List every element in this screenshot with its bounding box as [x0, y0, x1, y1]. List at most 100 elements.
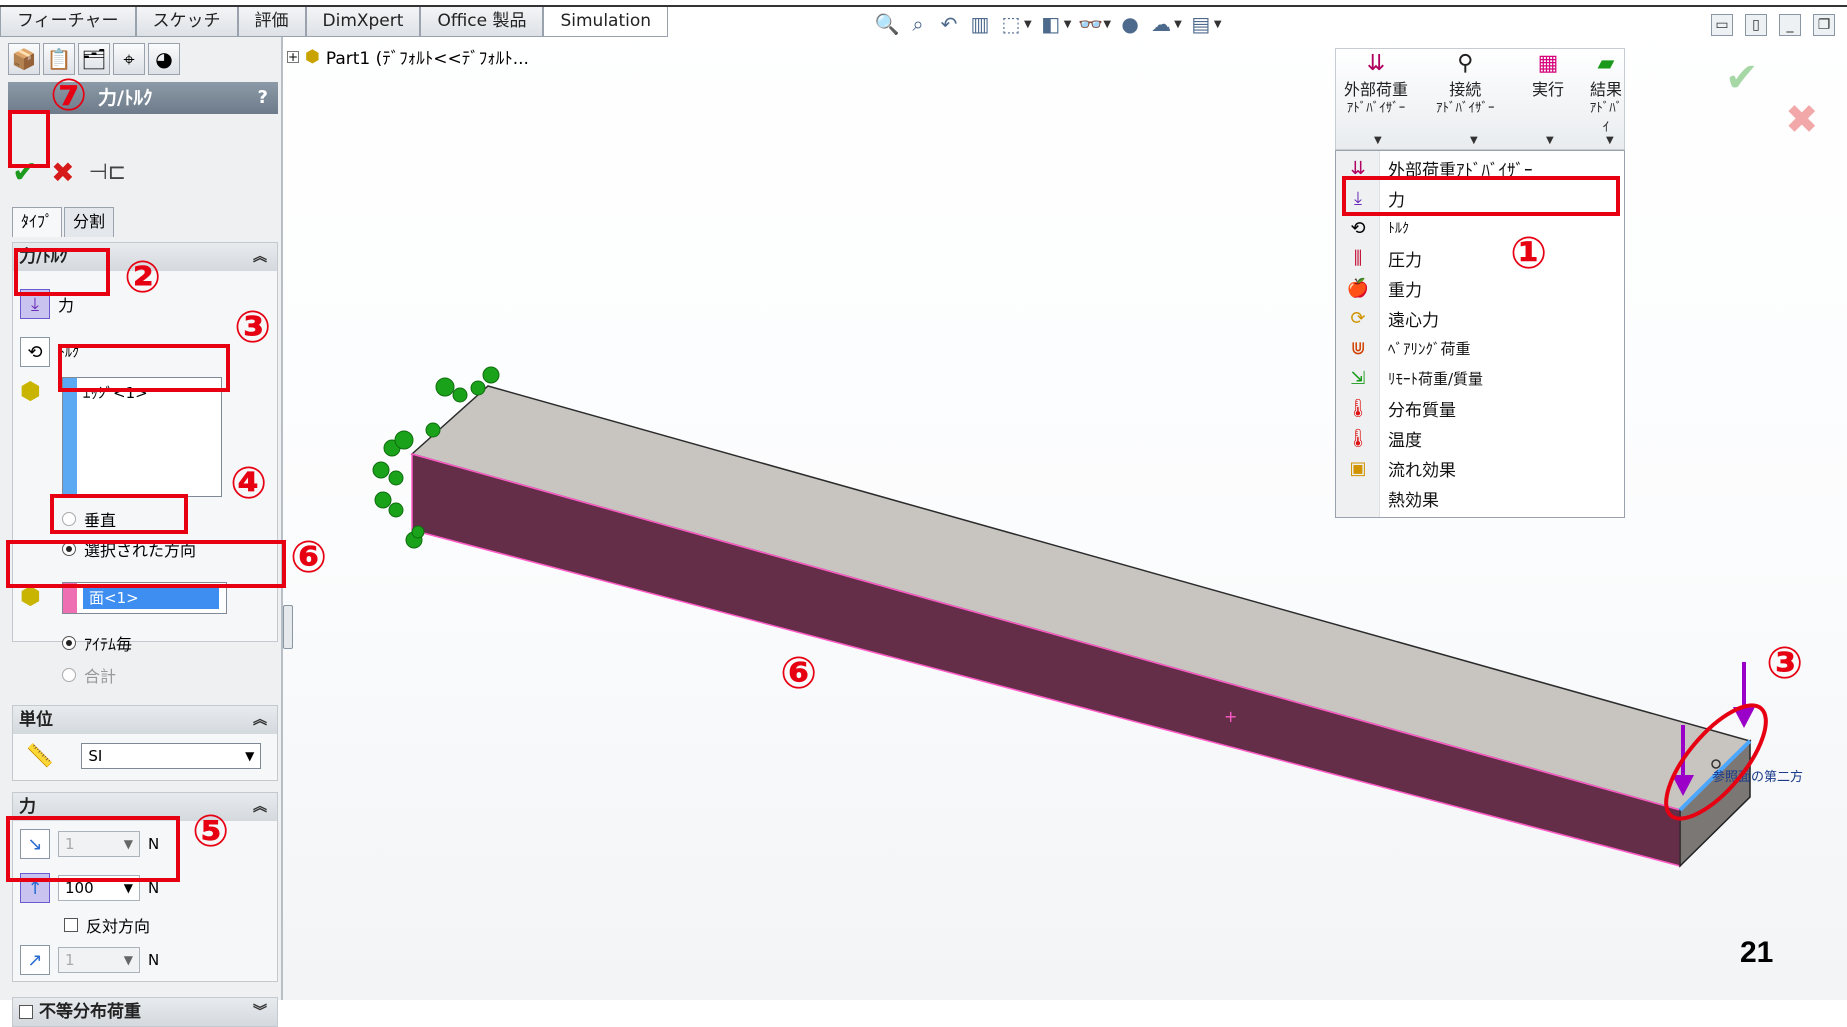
- section-view-icon[interactable]: ▥: [968, 12, 992, 36]
- chevron-down-icon[interactable]: ▼: [1546, 135, 1554, 146]
- collapse-icon[interactable]: ︽: [253, 243, 267, 271]
- advisor-label-bottom: ｱﾄﾞﾊﾞｲ: [1589, 101, 1623, 135]
- chevron-down-icon[interactable]: ▼: [1174, 19, 1182, 30]
- expand-icon[interactable]: +: [287, 50, 299, 63]
- menu-item-gravity[interactable]: 🍎 重力: [1336, 273, 1624, 303]
- annotation-number-1: ①: [1510, 228, 1548, 279]
- edge-selection-icon: ⬢: [20, 377, 41, 405]
- tab-evaluate[interactable]: 評価: [237, 7, 306, 37]
- part-icon: ⬢: [305, 46, 320, 67]
- hide-show-items-icon[interactable]: 👓: [1078, 12, 1103, 36]
- annotation-box-ok: [8, 110, 50, 168]
- tab-dimxpert[interactable]: DimXpert: [305, 7, 421, 37]
- flow-effects-icon: ▣: [1349, 457, 1367, 479]
- cancel-button[interactable]: ✖: [51, 156, 74, 189]
- menu-item-torque[interactable]: ⟲ ﾄﾙｸ: [1336, 213, 1624, 243]
- reverse-direction-row: 反対方向: [64, 913, 150, 937]
- torque-icon[interactable]: ⟲: [20, 337, 50, 367]
- chevron-down-icon[interactable]: ▼: [1024, 19, 1032, 30]
- display-style-icon[interactable]: ◧: [1039, 12, 1063, 36]
- force-z-row: ↗ 1 ▼ N: [20, 945, 159, 975]
- confirm-ok-icon[interactable]: ✔: [1725, 55, 1759, 101]
- apply-scene-icon[interactable]: ☁: [1149, 12, 1173, 36]
- display-manager-icon[interactable]: ◕: [148, 43, 180, 75]
- window-controls: ▭ ▯ _ ❐: [1711, 14, 1835, 36]
- dimxpert-manager-icon[interactable]: ⌖: [113, 43, 145, 75]
- view-orientation-icon[interactable]: ⬚: [999, 12, 1023, 36]
- restore-icon[interactable]: ❐: [1813, 14, 1835, 36]
- menu-item-flow-effects[interactable]: ▣ 流れ効果: [1336, 453, 1624, 483]
- force-z-input[interactable]: 1 ▼: [58, 947, 140, 973]
- centrifugal-icon: ⟳: [1350, 307, 1366, 329]
- menu-item-centrifugal[interactable]: ⟳ 遠心力: [1336, 303, 1624, 333]
- connections-advisor-button[interactable]: ⚲ 接続 ｱﾄﾞﾊﾞｲｻﾞｰ: [1436, 51, 1495, 117]
- per-item-label: ｱｲﾃﾑ毎: [84, 635, 133, 654]
- menu-item-distributed-mass[interactable]: 🌡 分布質量: [1336, 393, 1624, 423]
- menu-item-label: 分布質量: [1388, 400, 1456, 421]
- chevron-down-icon[interactable]: ▼: [1214, 19, 1222, 30]
- bearing-load-icon: ⋓: [1350, 337, 1366, 359]
- tab-type[interactable]: ﾀｲﾌﾟ: [12, 207, 63, 237]
- menu-item-pressure[interactable]: ⫼ 圧力: [1336, 243, 1624, 273]
- menu-item-label: 遠心力: [1388, 310, 1439, 331]
- advisor-label-top: 接続: [1449, 80, 1482, 99]
- chevron-down-icon[interactable]: ▼: [1470, 135, 1478, 146]
- tab-features[interactable]: フィーチャー: [0, 7, 136, 37]
- tab-simulation[interactable]: Simulation: [543, 7, 669, 37]
- external-loads-advisor-button[interactable]: ⇊ 外部荷重 ｱﾄﾞﾊﾞｲｻﾞｰ: [1344, 53, 1409, 117]
- units-value: SI: [88, 747, 103, 765]
- tile-vertical-icon[interactable]: ▯: [1745, 14, 1767, 36]
- menu-item-thermal-effects[interactable]: 熱効果: [1336, 483, 1624, 513]
- direction-item[interactable]: 面<1>: [83, 586, 219, 609]
- chevron-down-icon[interactable]: ▼: [1064, 19, 1072, 30]
- menu-item-label: 温度: [1388, 430, 1422, 451]
- chevron-down-icon[interactable]: ▼: [1606, 135, 1614, 146]
- confirm-cancel-icon[interactable]: ✖: [1785, 97, 1819, 143]
- tab-office-products[interactable]: Office 製品: [420, 7, 544, 37]
- connections-icon: ⚲: [1457, 51, 1474, 76]
- chevron-down-icon[interactable]: ▼: [1374, 135, 1382, 146]
- reverse-direction-checkbox[interactable]: [64, 918, 78, 932]
- gravity-icon: 🍎: [1346, 277, 1370, 299]
- panel-splitter[interactable]: [283, 605, 293, 649]
- chevron-down-icon[interactable]: ▼: [1103, 19, 1111, 30]
- featuremanager-tree-icon[interactable]: 📦: [8, 43, 40, 75]
- menu-item-bearing-load[interactable]: ⋓ ﾍﾞｱﾘﾝｸﾞ荷重: [1336, 333, 1624, 363]
- advisor-label-top: 外部荷重: [1344, 80, 1409, 99]
- edge-selection-list[interactable]: ｴｯｼﾞ<1>: [62, 377, 222, 497]
- annotation-box-force-value: [6, 816, 180, 882]
- advisor-label-bottom: ｱﾄﾞﾊﾞｲｻﾞｰ: [1436, 101, 1495, 116]
- annotation-box-force-menu-item: [1342, 176, 1620, 216]
- zoom-to-fit-icon[interactable]: 🔍: [875, 12, 900, 36]
- nonuniform-checkbox[interactable]: [19, 1005, 33, 1019]
- group-header-nonuniform[interactable]: 不等分布荷重 ︾: [13, 998, 277, 1026]
- menu-item-temperature[interactable]: 🌡 温度: [1336, 423, 1624, 453]
- tab-sketch[interactable]: スケッチ: [135, 7, 238, 37]
- simulation-advisor-bar: ⇊ 外部荷重 ｱﾄﾞﾊﾞｲｻﾞｰ ⚲ 接続 ｱﾄﾞﾊﾞｲｻﾞｰ ▦ 実行 ▰ 結…: [1335, 48, 1625, 150]
- page-number: 21: [1740, 936, 1774, 969]
- view-toolbar: 🔍 ⌕ ↶ ▥ ⬚ ▼ ◧ ▼ 👓 ▼ ● ☁ ▼ ▤ ▼: [875, 12, 1222, 36]
- per-item-radio[interactable]: [62, 636, 76, 650]
- direction-3-icon[interactable]: ↗: [20, 945, 50, 975]
- collapse-icon[interactable]: ︽: [253, 793, 267, 821]
- menu-item-remote-load[interactable]: ⇲ ﾘﾓｰﾄ荷重/質量: [1336, 363, 1624, 393]
- help-icon[interactable]: ?: [258, 82, 268, 114]
- results-advisor-button[interactable]: ▰ 結果 ｱﾄﾞﾊﾞｲ: [1588, 55, 1624, 136]
- pin-icon[interactable]: ⊣⊏: [89, 160, 127, 185]
- tab-split[interactable]: 分割: [64, 207, 115, 237]
- collapse-icon[interactable]: ︽: [253, 706, 267, 734]
- tile-horizontal-icon[interactable]: ▭: [1711, 14, 1733, 36]
- minimize-icon[interactable]: _: [1779, 14, 1801, 36]
- expand-icon[interactable]: ︾: [253, 998, 267, 1026]
- units-select[interactable]: SI ▼: [81, 743, 262, 769]
- edit-appearance-icon[interactable]: ●: [1118, 12, 1142, 36]
- zoom-area-icon[interactable]: ⌕: [906, 12, 930, 36]
- previous-view-icon[interactable]: ↶: [937, 12, 961, 36]
- run-button[interactable]: ▦ 実行: [1532, 53, 1564, 99]
- nonuniform-group: 不等分布荷重 ︾: [12, 997, 278, 1027]
- view-settings-icon[interactable]: ▤: [1189, 12, 1213, 36]
- total-radio[interactable]: [62, 668, 76, 682]
- total-label: 合計: [84, 667, 117, 686]
- group-header-units[interactable]: 単位 ︽: [13, 706, 277, 734]
- flyout-tree-root[interactable]: + ⬢ Part1 (ﾃﾞﾌｫﾙﾄ<<ﾃﾞﾌｫﾙﾄ...: [287, 44, 529, 69]
